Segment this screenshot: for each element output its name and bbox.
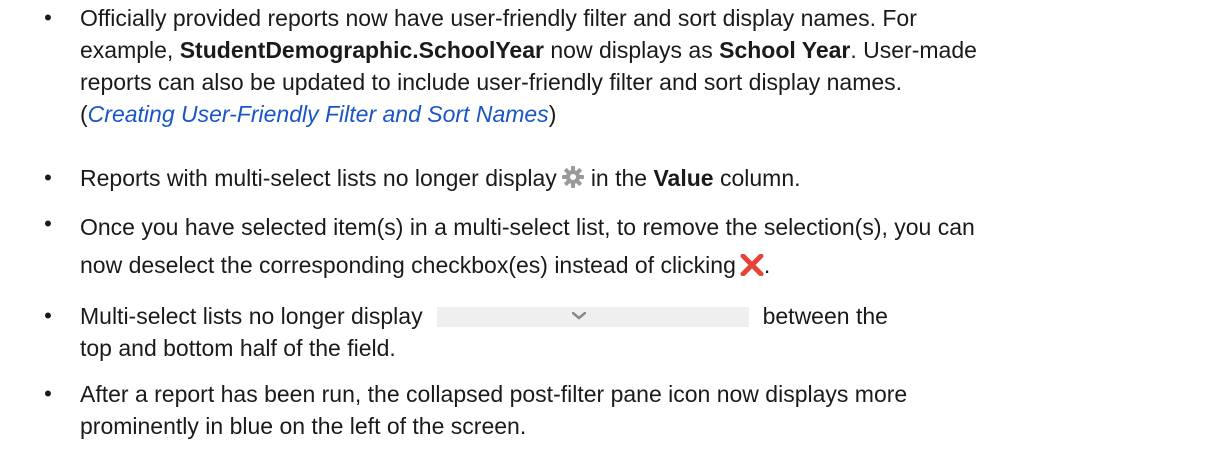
item-2-line-1: Reports with multi-select lists no longe… [80, 162, 1190, 194]
paren-open: ( [80, 101, 88, 127]
separator-bar-icon [436, 307, 749, 327]
bullet: • [44, 211, 52, 236]
item-3-text: now deselect the corresponding checkbox(… [80, 252, 736, 278]
list-item-text: Once you have selected item(s) in a mult… [80, 208, 1190, 284]
gear-icon [561, 165, 585, 189]
item-4-line-1: Multi-select lists no longer display betw… [80, 300, 1190, 332]
item-5-line-1: After a report has been run, the collaps… [80, 381, 908, 407]
item-1-line-4: (Creating User-Friendly Filter and Sort … [80, 98, 1190, 130]
bullet: • [44, 165, 52, 190]
chevron-down-icon [571, 312, 586, 320]
list-item-text: Multi-select lists no longer display betw… [80, 300, 1190, 364]
value-column-name: Value [653, 165, 714, 191]
creating-user-friendly-names-link[interactable]: Creating User-Friendly Filter and Sort N… [88, 101, 549, 127]
item-2-text: Reports with multi-select lists no longe… [80, 165, 557, 191]
item-4-text: between the [762, 303, 888, 329]
bullet: • [44, 5, 52, 30]
item-1-line-2: example, StudentDemographic.SchoolYear n… [80, 34, 1190, 66]
item-5-line-2: prominently in blue on the left of the s… [80, 413, 527, 439]
list-item-text: Reports with multi-select lists no longe… [80, 162, 1190, 194]
bullet: • [44, 381, 52, 406]
bullet: • [44, 303, 52, 328]
item-1-line-1: Officially provided reports now have use… [80, 5, 917, 31]
field-name-code: StudentDemographic.SchoolYear [179, 37, 544, 63]
item-1-line-3: reports can also be updated to include u… [80, 69, 903, 95]
item-2-text: column. [713, 165, 801, 191]
item-3-text: . [763, 252, 771, 278]
item-4-text: Multi-select lists no longer display [80, 303, 423, 329]
item-2-text: in the [590, 165, 654, 191]
field-display-name: School Year [719, 37, 851, 63]
list-item-text: Officially provided reports now have use… [80, 2, 1190, 130]
close-x-icon [740, 249, 764, 277]
paren-close: ) [548, 101, 557, 127]
item-1-text: example, [80, 37, 180, 63]
item-3-line-1: Once you have selected item(s) in a mult… [80, 214, 975, 240]
item-1-text: now displays as [543, 37, 720, 63]
list-item-text: After a report has been run, the collaps… [80, 378, 1190, 442]
item-1-text: . User-made [850, 37, 977, 63]
item-4-line-2: top and bottom half of the field. [80, 335, 396, 361]
item-3-line-2: now deselect the corresponding checkbox(… [80, 246, 1190, 284]
